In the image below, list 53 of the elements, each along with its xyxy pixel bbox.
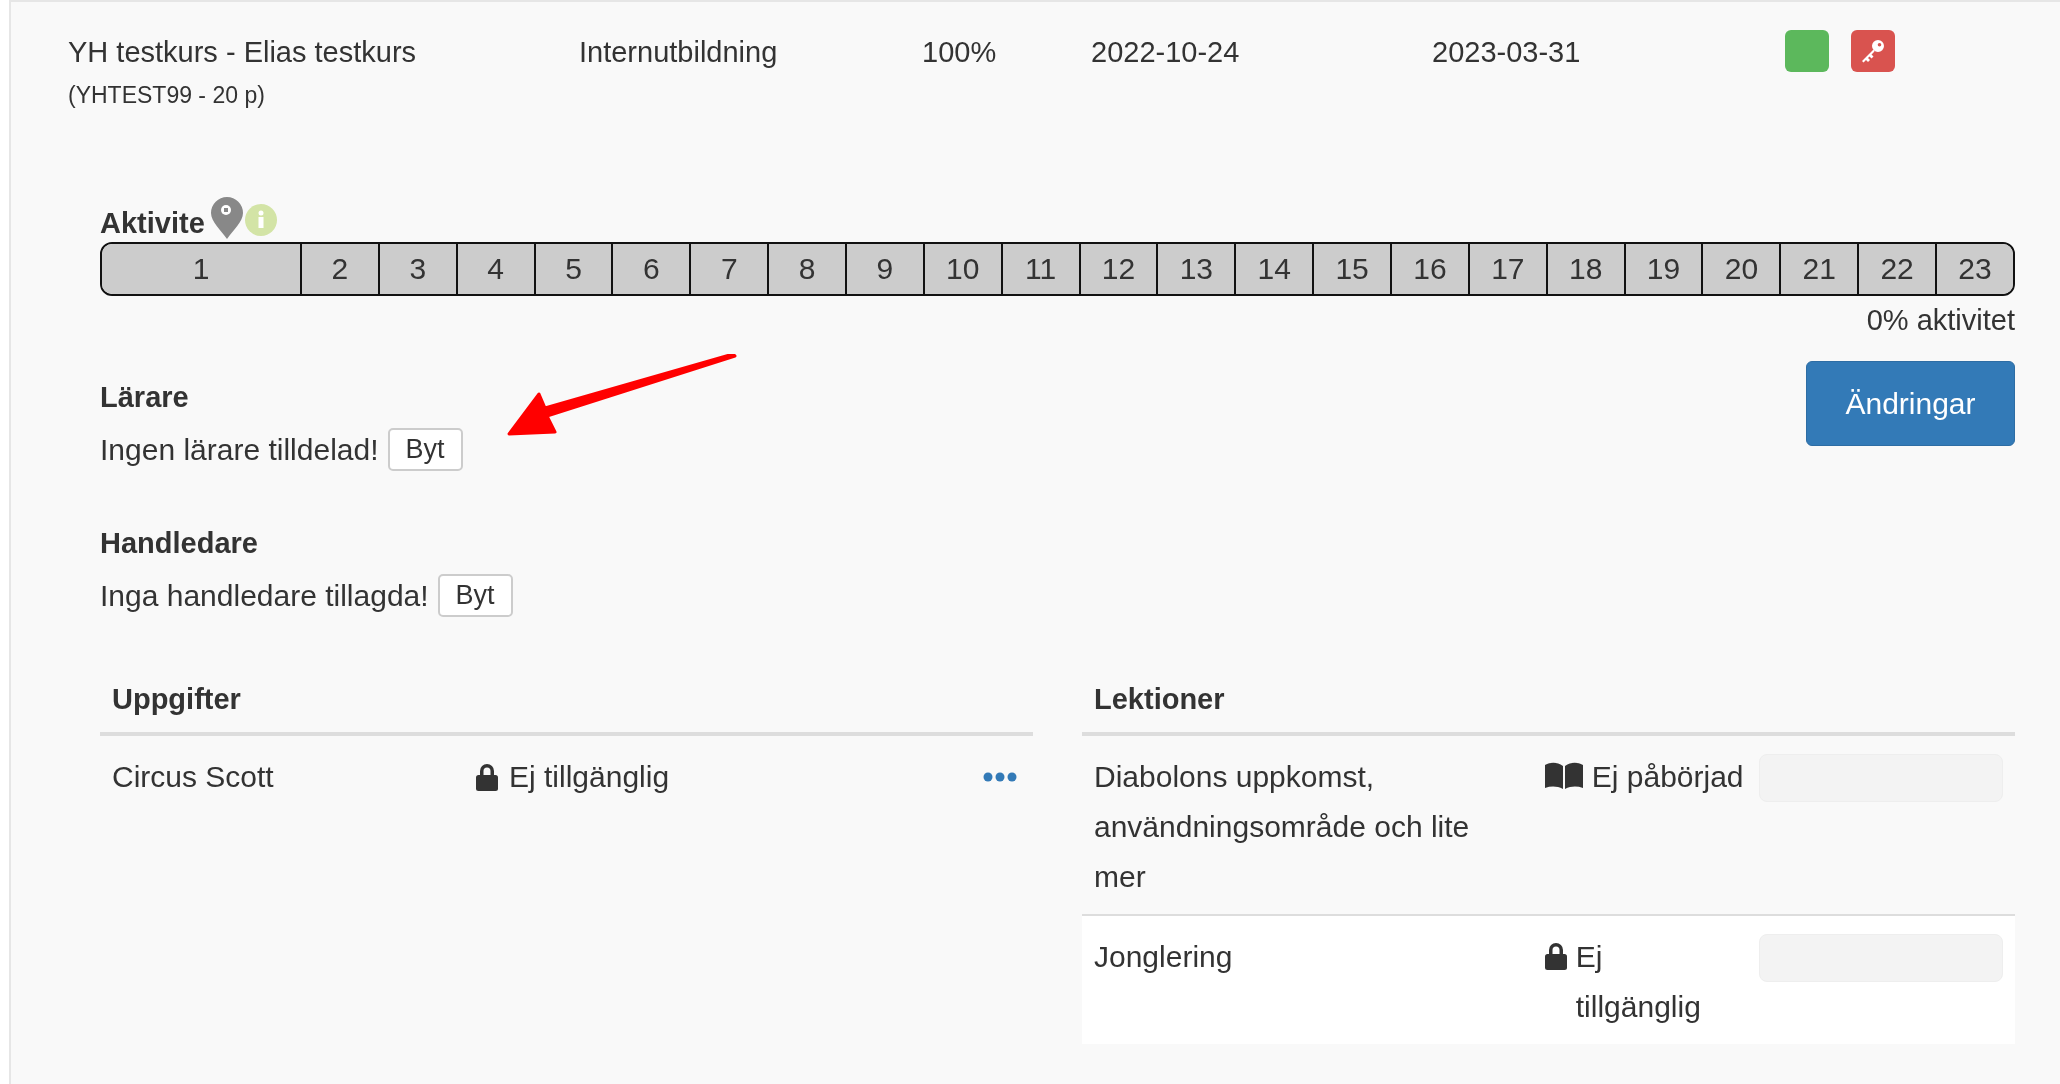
no-teacher-text: Ingen lärare tilldelad! xyxy=(100,432,379,467)
activity-segment: 22 xyxy=(1857,244,1936,294)
end-date: 2023-03-31 xyxy=(1432,35,1582,70)
lesson-status: Ej påbörjad xyxy=(1591,759,1745,795)
activity-segment: 7 xyxy=(689,244,768,294)
activity-segment: 6 xyxy=(611,244,690,294)
info-icon xyxy=(245,204,277,236)
activity-segment: 1 xyxy=(102,244,300,294)
more-icon[interactable] xyxy=(983,772,1017,782)
lessons-heading: Lektioner xyxy=(1082,683,2015,736)
activity-segment: 5 xyxy=(533,244,612,294)
course-type: Internutbildning xyxy=(579,35,779,70)
status-square-icon xyxy=(1785,30,1829,72)
activity-segment: 3 xyxy=(377,244,456,294)
change-teacher-button[interactable]: Byt xyxy=(387,428,463,471)
activity-summary: 0% aktivitet xyxy=(1866,304,2015,337)
key-button[interactable] xyxy=(1851,30,1895,72)
activity-segment: 19 xyxy=(1623,244,1702,294)
start-date: 2022-10-24 xyxy=(1091,35,1241,70)
changes-button[interactable]: Ändringar xyxy=(1806,361,2015,446)
assignment-name: Circus Scott xyxy=(112,760,275,794)
book-icon xyxy=(1543,762,1584,790)
lesson-name: Jonglering xyxy=(1094,939,1234,975)
course-name: YH testkurs - Elias testkurs xyxy=(68,35,418,70)
activity-segment: 10 xyxy=(922,244,1001,294)
activity-segment: 15 xyxy=(1312,244,1391,294)
activity-segment: 23 xyxy=(1935,244,2013,294)
activity-segment: 14 xyxy=(1234,244,1313,294)
supervisor-heading: Handledare xyxy=(100,527,259,560)
change-supervisor-button[interactable]: Byt xyxy=(437,574,513,617)
activity-segment: 9 xyxy=(845,244,923,294)
assignments-heading: Uppgifter xyxy=(100,683,1033,736)
activity-segment: 4 xyxy=(455,244,534,294)
activity-segment: 16 xyxy=(1390,244,1468,294)
lesson-name: Diabolons uppkomst, användningsområde och lite mer xyxy=(1094,759,1471,895)
activity-segment: 13 xyxy=(1156,244,1235,294)
lock-icon xyxy=(475,763,499,791)
teacher-heading: Lärare xyxy=(100,381,190,414)
activity-segment: 17 xyxy=(1467,244,1546,294)
activity-segment: 12 xyxy=(1078,244,1157,294)
activity-segment: 18 xyxy=(1545,244,1624,294)
lesson-status: Ej tillgänglig xyxy=(1575,939,1702,1025)
lock-icon xyxy=(1543,942,1568,970)
map-pin-icon xyxy=(210,196,244,240)
assignment-status: Ej tillgänglig xyxy=(509,760,670,794)
activity-segment: 21 xyxy=(1779,244,1858,294)
activity-segment: 11 xyxy=(1000,244,1079,294)
activity-segment: 20 xyxy=(1701,244,1780,294)
no-supervisor-text: Inga handledare tillagda! xyxy=(100,578,429,613)
course-code: (YHTEST99 - 20 p) xyxy=(68,82,266,109)
activity-heading: Aktivite xyxy=(100,207,205,240)
activity-segment: 2 xyxy=(300,244,378,294)
activity-segment: 8 xyxy=(767,244,845,294)
